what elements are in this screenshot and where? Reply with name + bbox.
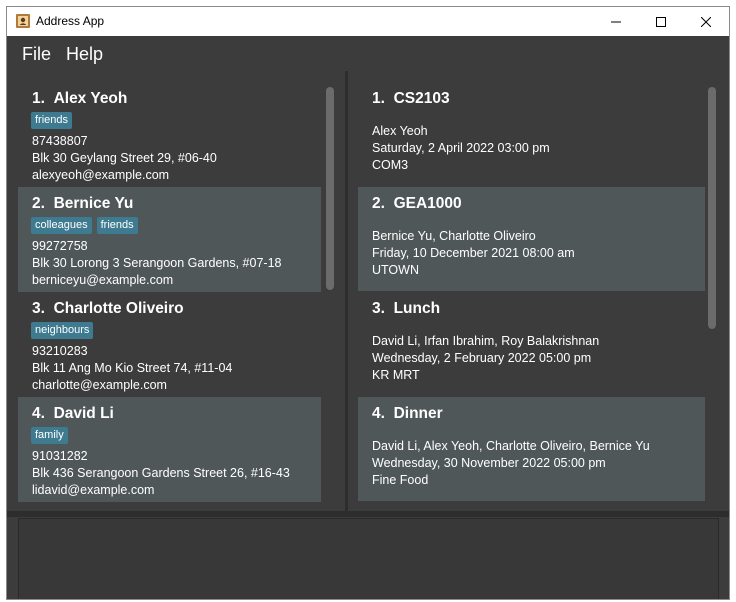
panel-separator[interactable] [7,511,729,517]
tag-badge: family [31,427,68,444]
person-name: Charlotte Oliveiro [53,300,184,317]
result-display[interactable] [18,518,719,599]
person-card[interactable]: 4. David Li family 91031282 Blk 436 Sera… [18,397,321,502]
person-email: charlotte@example.com [32,378,167,392]
event-card[interactable]: 1. CS2103 Alex Yeoh Saturday, 2 April 20… [358,82,705,186]
minimize-button[interactable] [594,7,638,36]
tag-badge: colleagues [31,217,92,234]
person-index: 4. [32,405,45,422]
event-card[interactable]: 3. Lunch David Li, Irfan Ibrahim, Roy Ba… [358,292,705,396]
title-bar: Address App [7,7,729,36]
person-index: 1. [32,90,45,107]
person-phone: 93210283 [32,344,88,358]
event-index: 4. [372,405,385,422]
close-icon [701,16,711,27]
menu-file[interactable]: File [22,44,51,65]
event-index: 2. [372,195,385,212]
event-index: 3. [372,300,385,317]
event-location: COM3 [372,158,409,172]
person-name: David Li [53,405,114,422]
minimize-icon [611,21,621,22]
tag-list: friends [31,112,73,129]
person-index: 2. [32,195,45,212]
panel-divider[interactable] [345,71,348,511]
person-card[interactable]: 3. Charlotte Oliveiro neighbours 9321028… [18,292,321,397]
event-card[interactable]: 2. GEA1000 Bernice Yu, Charlotte Oliveir… [358,187,705,291]
tag-list: family [31,427,68,444]
person-address: Blk 30 Geylang Street 29, #06-40 [32,151,217,165]
menu-help[interactable]: Help [66,44,103,65]
event-datetime: Friday, 10 December 2021 08:00 am [372,246,575,260]
person-card[interactable]: 1. Alex Yeoh friends 87438807 Blk 30 Gey… [18,82,321,187]
event-people: Bernice Yu, Charlotte Oliveiro [372,229,536,243]
event-people: Alex Yeoh [372,124,428,138]
person-name: Alex Yeoh [53,90,128,107]
event-title: CS2103 [393,90,450,107]
event-title: Lunch [393,300,441,317]
address-book-icon [16,14,30,28]
person-email: berniceyu@example.com [32,273,174,287]
person-phone: 91031282 [32,449,88,463]
event-people: David Li, Alex Yeoh, Charlotte Oliveiro,… [372,439,650,453]
person-email: alexyeoh@example.com [32,168,170,182]
person-address: Blk 11 Ang Mo Kio Street 74, #11-04 [32,361,233,375]
menu-bar: File Help [7,36,729,71]
scrollbar-thumb[interactable] [708,87,716,329]
event-datetime: Wednesday, 30 November 2022 05:00 pm [372,456,606,470]
scrollbar-thumb[interactable] [326,87,334,290]
person-email: lidavid@example.com [32,483,155,497]
person-list-scrollbar[interactable] [325,82,335,502]
event-list-scrollbar[interactable] [707,82,717,502]
window-title: Address App [36,14,105,28]
event-datetime: Wednesday, 2 February 2022 05:00 pm [372,351,592,365]
person-index: 3. [32,300,45,317]
event-list-panel: 1. CS2103 Alex Yeoh Saturday, 2 April 20… [358,82,720,502]
person-phone: 99272758 [32,239,88,253]
event-index: 1. [372,90,385,107]
person-name: Bernice Yu [53,195,134,212]
tag-list: colleagues friends [31,217,138,234]
person-phone: 87438807 [32,134,88,148]
event-location: KR MRT [372,368,420,382]
close-button[interactable] [684,7,728,36]
app-window: Address App File Help 1. Alex Yeoh frien… [6,6,730,600]
event-location: Fine Food [372,473,429,487]
maximize-icon [656,16,666,27]
person-list-panel: 1. Alex Yeoh friends 87438807 Blk 30 Gey… [18,82,338,502]
person-address: Blk 30 Lorong 3 Serangoon Gardens, #07-1… [32,256,282,270]
event-datetime: Saturday, 2 April 2022 03:00 pm [372,141,550,155]
tag-list: neighbours [31,322,94,339]
person-card[interactable]: 2. Bernice Yu colleagues friends 9927275… [18,187,321,292]
maximize-button[interactable] [639,7,683,36]
tag-badge: neighbours [31,322,94,339]
event-title: GEA1000 [393,195,462,212]
tag-badge: friends [96,217,138,234]
event-title: Dinner [393,405,443,422]
tag-badge: friends [31,112,73,129]
event-card[interactable]: 4. Dinner David Li, Alex Yeoh, Charlotte… [358,397,705,501]
person-address: Blk 436 Serangoon Gardens Street 26, #16… [32,466,290,480]
event-location: UTOWN [372,263,419,277]
event-people: David Li, Irfan Ibrahim, Roy Balakrishna… [372,334,600,348]
